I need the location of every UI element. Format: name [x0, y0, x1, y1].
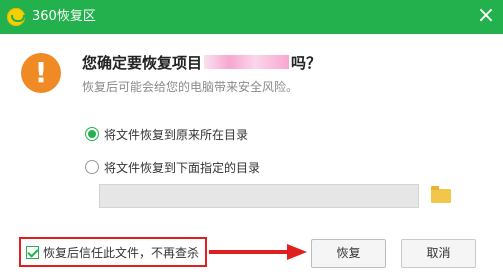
question-suffix: 吗？ [291, 54, 322, 72]
question-prefix: 您确定要恢复项目 [82, 54, 203, 72]
trust-file-label: 恢复后信任此文件，不再查杀 [43, 245, 200, 260]
risk-warning-text: 恢复后可能会给您的电脑带来安全风险。 [82, 80, 299, 94]
restore-original-option[interactable]: 将文件恢复到原来所在目录 [85, 126, 248, 142]
confirm-question: 您确定要恢复项目 吗？ [82, 53, 321, 73]
title-bar: 360恢复区 × [0, 0, 503, 34]
window-title: 360恢复区 [32, 9, 96, 24]
close-button[interactable]: × [475, 5, 497, 28]
restore-button[interactable]: 恢复 [311, 239, 386, 268]
pointer-arrow-icon [209, 244, 307, 260]
restore-custom-option[interactable]: 将文件恢复到下面指定的目录 [85, 159, 260, 175]
redacted-filename [204, 55, 290, 69]
folder-icon[interactable] [431, 186, 451, 203]
restore-original-label: 将文件恢复到原来所在目录 [104, 127, 249, 142]
restore-custom-label: 将文件恢复到下面指定的目录 [104, 160, 261, 175]
warning-icon: ! [21, 53, 61, 93]
trust-file-checkbox[interactable] [26, 245, 39, 259]
trust-file-option[interactable]: 恢复后信任此文件，不再查杀 [19, 237, 207, 267]
restore-custom-radio[interactable] [85, 160, 99, 174]
cancel-button[interactable]: 取消 [401, 239, 476, 268]
360-logo-icon [7, 8, 25, 26]
restore-original-radio[interactable] [85, 127, 99, 141]
custom-path-input[interactable] [99, 184, 419, 208]
